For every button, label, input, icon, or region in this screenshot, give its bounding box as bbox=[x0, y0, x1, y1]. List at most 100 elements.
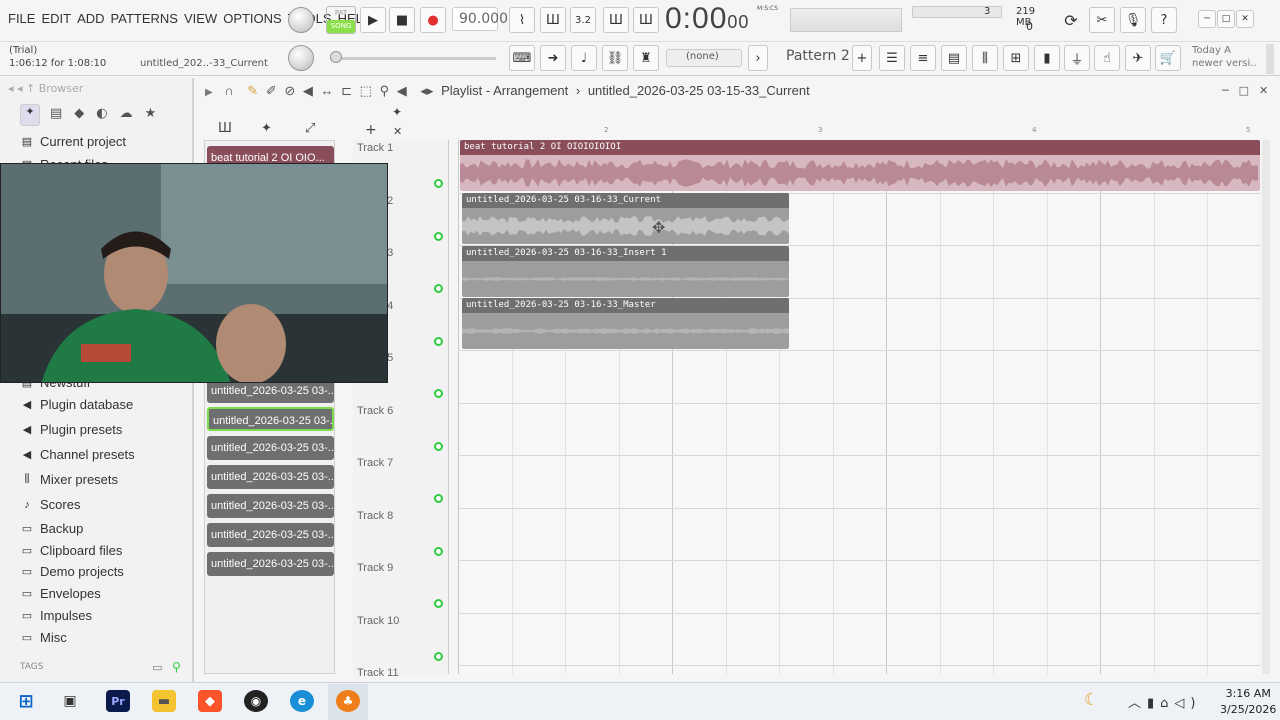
slice-icon[interactable]: ⊏ bbox=[341, 83, 352, 98]
track-enable-led[interactable] bbox=[434, 494, 443, 503]
plugin-button[interactable]: ⏚ bbox=[1064, 45, 1090, 71]
track-label[interactable]: Track 1 bbox=[357, 142, 393, 154]
picker-automation-icon[interactable]: ⤢ bbox=[305, 121, 315, 136]
wait-input-button[interactable]: Ш bbox=[540, 7, 566, 33]
playlist-window-controls[interactable]: ─□✕ bbox=[1222, 84, 1278, 97]
touch-button[interactable]: ☝ bbox=[1094, 45, 1120, 71]
step-button[interactable]: ➜ bbox=[540, 45, 566, 71]
minimize-icon[interactable]: ─ bbox=[1222, 84, 1239, 97]
pitch-knob[interactable] bbox=[288, 45, 314, 71]
audio-clip[interactable]: beat tutorial 2 OI OIOIOIOIOI bbox=[460, 140, 1260, 191]
picker-audio-icon[interactable]: ✦ bbox=[261, 121, 272, 136]
track-enable-led[interactable] bbox=[434, 231, 443, 241]
typing-keyboard-button[interactable]: ⌨ bbox=[509, 45, 535, 71]
track-label[interactable]: Track 11 bbox=[357, 667, 399, 679]
browser-item-misc[interactable]: ▭ Misc bbox=[20, 630, 67, 645]
close-icon[interactable]: ✕ bbox=[1259, 84, 1278, 97]
record-button[interactable]: ● bbox=[420, 7, 446, 33]
track-enable-led[interactable] bbox=[434, 441, 443, 451]
track-enable-led[interactable] bbox=[434, 546, 443, 556]
menu-options[interactable]: OPTIONS bbox=[223, 11, 282, 26]
track-enable-led[interactable] bbox=[434, 284, 443, 293]
remove-icon[interactable]: ✕ bbox=[393, 125, 402, 138]
folder-icon[interactable]: ▭ bbox=[152, 661, 162, 674]
picker-clip[interactable]: untitled_2026-03-25 03-... bbox=[207, 407, 334, 431]
step-edit-button[interactable]: Ш bbox=[603, 7, 629, 33]
add-track-icon[interactable]: + bbox=[365, 122, 377, 138]
picker-clip[interactable]: untitled_2026-03-25 03-... bbox=[207, 494, 334, 518]
pat-song-toggle[interactable]: PAT SONG bbox=[326, 6, 356, 34]
windows-start-icon[interactable]: ⊞ bbox=[14, 690, 38, 712]
tempo-tap-button[interactable]: ✈ bbox=[1125, 45, 1151, 71]
shop-button[interactable]: 🛒 bbox=[1155, 45, 1181, 71]
browser-item-envelopes[interactable]: ▭ Envelopes bbox=[20, 586, 101, 601]
master-volume-knob[interactable] bbox=[288, 7, 314, 33]
tempo-display[interactable]: 90.000 bbox=[452, 7, 508, 31]
pattern-prev-button[interactable]: › bbox=[748, 45, 768, 71]
browser-item-clipboard-files[interactable]: ▭ Clipboard files bbox=[20, 543, 123, 558]
menu-patterns[interactable]: PATTERNS bbox=[111, 11, 178, 26]
track-label[interactable]: Track 7 bbox=[357, 457, 393, 469]
song-position-slider[interactable] bbox=[330, 57, 496, 60]
menu-edit[interactable]: EDIT bbox=[41, 11, 71, 26]
metronome-button[interactable]: ⌇ bbox=[509, 7, 535, 33]
arrangement-arrows-icon[interactable]: ◂▸ bbox=[420, 83, 433, 98]
search-icon[interactable]: ⚲ bbox=[172, 660, 181, 674]
track-enable-led[interactable] bbox=[434, 599, 443, 608]
countdown-button[interactable]: 3.2 bbox=[570, 7, 596, 33]
premiere-icon[interactable]: Pr bbox=[106, 690, 130, 712]
track-label[interactable]: Track 6 bbox=[357, 405, 393, 417]
taskbar-clock[interactable]: 3:16 AM 3/25/2026 bbox=[1220, 686, 1276, 718]
picker-clip[interactable]: untitled_2026-03-25 03-... bbox=[207, 523, 334, 547]
link-button[interactable]: ⛓ bbox=[602, 45, 628, 71]
playlist-grid[interactable]: beat tutorial 2 OI OIOIOIOIOI untitled_2… bbox=[458, 140, 1260, 674]
vertical-scrollbar[interactable] bbox=[1262, 140, 1270, 674]
fl-studio-icon[interactable]: ♣ bbox=[336, 690, 360, 712]
browser-filter-button[interactable]: ✦ bbox=[20, 104, 40, 126]
zoom-icon[interactable]: ⚲ bbox=[380, 83, 390, 98]
piano-roll-button[interactable]: ≡ bbox=[910, 45, 936, 71]
tools-button[interactable]: ✂ bbox=[1089, 7, 1115, 33]
browser-toggle-button[interactable]: ⊞ bbox=[1003, 45, 1029, 71]
menu-file[interactable]: FILE bbox=[8, 11, 35, 26]
playback-icon[interactable]: ◀ bbox=[397, 83, 407, 98]
project-button[interactable]: ▮ bbox=[1034, 45, 1060, 71]
system-tray-icons[interactable]: ︿▮⌂◁) bbox=[1128, 692, 1201, 711]
browser-item-scores[interactable]: ♪ Scores bbox=[20, 497, 80, 512]
maximize-icon[interactable]: □ bbox=[1239, 84, 1259, 97]
weather-icon[interactable]: ☾ bbox=[1084, 690, 1099, 710]
edge-icon[interactable]: e bbox=[290, 690, 314, 712]
track-label[interactable]: Track 9 bbox=[357, 562, 393, 574]
track-enable-led[interactable] bbox=[434, 179, 443, 188]
menu-view[interactable]: VIEW bbox=[184, 11, 217, 26]
picker-clip[interactable]: untitled_2026-03-25 03-... bbox=[207, 436, 334, 460]
audio-clip[interactable]: untitled_2026-03-25 03-16-33_Current bbox=[462, 193, 789, 244]
snap-icon[interactable]: ✦ bbox=[392, 105, 402, 119]
loop-record-button[interactable]: Ш bbox=[633, 7, 659, 33]
mute-icon[interactable]: ◀ bbox=[303, 83, 313, 98]
pencil-icon[interactable]: ✎ bbox=[247, 83, 258, 98]
slip-icon[interactable]: ↔ bbox=[321, 83, 334, 98]
browser-item-backup[interactable]: ▭ Backup bbox=[20, 521, 84, 536]
brush-icon[interactable]: ✐ bbox=[266, 83, 277, 98]
menu-add[interactable]: ADD bbox=[77, 11, 104, 26]
picker-clip[interactable]: untitled_2026-03-25 03-... bbox=[207, 465, 334, 489]
snap-button[interactable]: ♩ bbox=[571, 45, 597, 71]
audio-clip[interactable]: untitled_2026-03-25 03-16-33_Insert 1 bbox=[462, 246, 789, 297]
pattern-selector[interactable]: Pattern 2 bbox=[786, 48, 850, 64]
mic-button[interactable]: 🎙 bbox=[1120, 7, 1146, 33]
tags-label[interactable]: TAGS bbox=[20, 662, 43, 672]
brave-icon[interactable]: ◆ bbox=[198, 690, 222, 712]
browser-item-mixer-presets[interactable]: ⫼ Mixer presets bbox=[20, 472, 118, 487]
news-panel[interactable]: Today A newer versi.. bbox=[1192, 44, 1257, 70]
track-enable-led[interactable] bbox=[434, 389, 443, 398]
picker-clip[interactable]: untitled_2026-03-25 03-... bbox=[207, 552, 334, 576]
file-explorer-icon[interactable]: ▬ bbox=[152, 690, 176, 712]
browser-item-channel-presets[interactable]: ◀ Channel presets bbox=[20, 447, 135, 462]
news-scrollbar[interactable] bbox=[1266, 44, 1274, 74]
play-button[interactable]: ▶ bbox=[360, 7, 386, 33]
audio-clip[interactable]: untitled_2026-03-25 03-16-33_Master bbox=[462, 298, 789, 349]
minimize-button[interactable]: ─ bbox=[1198, 10, 1216, 28]
stamp-button[interactable]: ♜ bbox=[633, 45, 659, 71]
delete-icon[interactable]: ⊘ bbox=[284, 83, 295, 98]
